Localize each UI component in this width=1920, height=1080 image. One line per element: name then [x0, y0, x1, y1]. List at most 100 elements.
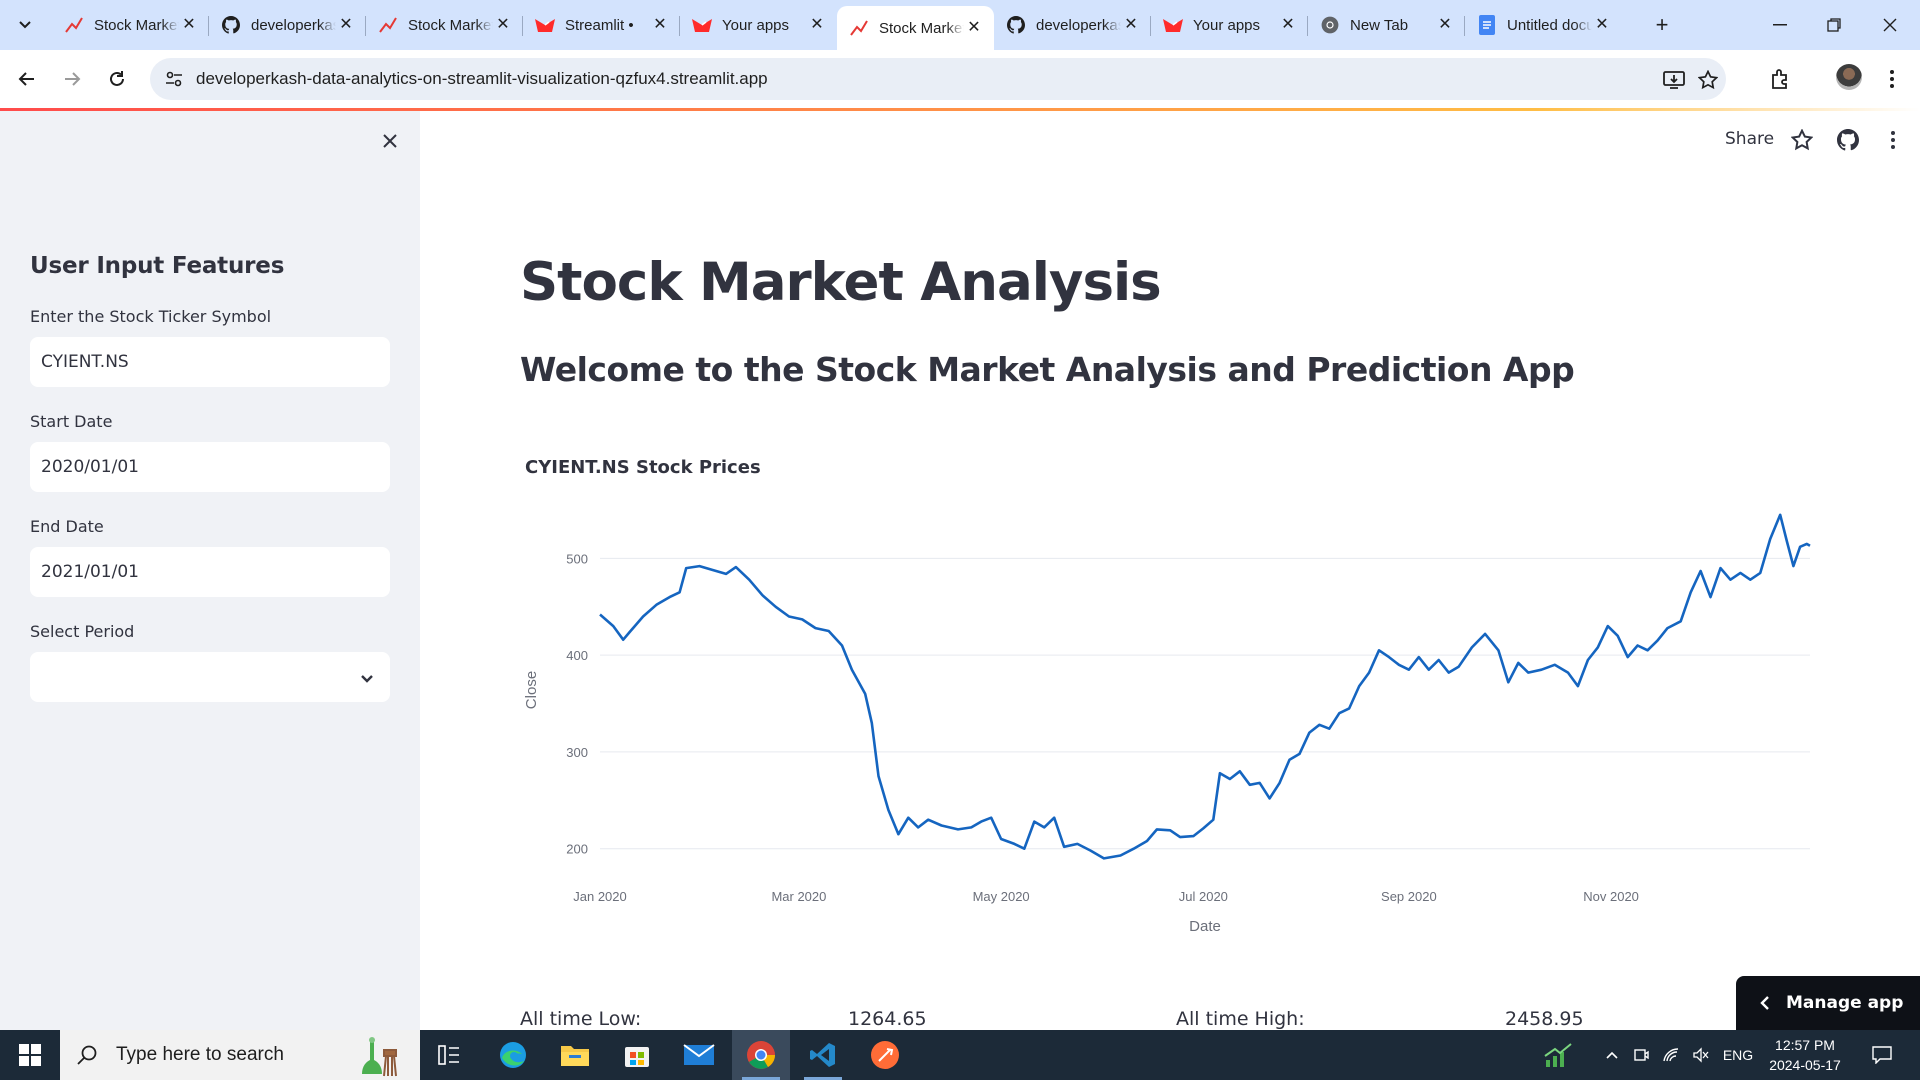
- site-info-icon[interactable]: [164, 69, 184, 89]
- profile-avatar[interactable]: [1836, 64, 1862, 90]
- volume-muted-icon[interactable]: [1688, 1030, 1714, 1080]
- browser-tab[interactable]: New Tab ✕: [1308, 6, 1465, 44]
- github-icon: [1006, 15, 1026, 35]
- x-tick-label: Sep 2020: [1381, 889, 1437, 904]
- data-point: [1202, 827, 1204, 829]
- browser-tab[interactable]: Streamlit • ✕: [523, 6, 680, 44]
- tab-title: Your apps: [1193, 16, 1261, 34]
- task-view-icon[interactable]: [420, 1030, 478, 1080]
- browser-tab[interactable]: developerkash✕: [209, 6, 366, 44]
- postman-icon[interactable]: [856, 1030, 914, 1080]
- end-date-label: End Date: [30, 517, 104, 536]
- data-point: [864, 693, 866, 695]
- browser-tab[interactable]: Your apps ✕: [680, 6, 837, 44]
- data-point: [622, 639, 624, 641]
- url-text[interactable]: developerkash-data-analytics-on-streamli…: [196, 69, 768, 89]
- data-point: [980, 820, 982, 822]
- close-tab-icon[interactable]: ✕: [1278, 15, 1298, 35]
- edge-icon[interactable]: [484, 1030, 542, 1080]
- close-tab-icon[interactable]: ✕: [179, 15, 199, 35]
- data-point: [599, 613, 601, 615]
- browser-tab[interactable]: Stock Market Analysis✕: [52, 6, 209, 44]
- data-point: [1239, 770, 1241, 772]
- data-point: [907, 817, 909, 819]
- close-window-icon[interactable]: [1862, 0, 1918, 50]
- taskbar-search-box[interactable]: Type here to search: [60, 1030, 420, 1080]
- close-price-line[interactable]: [599, 513, 1811, 860]
- share-button[interactable]: Share: [1725, 129, 1774, 149]
- tray-chevron-up-icon[interactable]: [1600, 1030, 1624, 1080]
- browser-tab[interactable]: Untitled document✕: [1465, 6, 1622, 44]
- close-tab-icon[interactable]: ✕: [336, 15, 356, 35]
- new-tab-button[interactable]: +: [1648, 12, 1676, 40]
- close-tab-icon[interactable]: ✕: [807, 15, 827, 35]
- restore-icon[interactable]: [1806, 0, 1862, 50]
- stocks-widget-icon[interactable]: [1538, 1030, 1578, 1080]
- address-bar[interactable]: developerkash-data-analytics-on-streamli…: [150, 58, 1726, 100]
- tab-title: developerkash: [251, 16, 336, 34]
- data-point: [1729, 579, 1731, 581]
- app-header: Share: [420, 111, 1920, 167]
- minimize-icon[interactable]: [1752, 0, 1808, 50]
- bookmark-star-icon[interactable]: [1697, 69, 1719, 91]
- close-tab-icon[interactable]: ✕: [493, 15, 513, 35]
- manage-app-button[interactable]: Manage app: [1736, 976, 1920, 1030]
- data-point: [668, 596, 670, 598]
- browser-tab[interactable]: Stock Market Analysis✕: [837, 6, 994, 50]
- forward-icon[interactable]: [55, 62, 89, 96]
- close-tab-icon[interactable]: ✕: [650, 15, 670, 35]
- browser-tab[interactable]: Your apps ✕: [1151, 6, 1308, 44]
- github-icon[interactable]: [1835, 127, 1861, 153]
- wifi-icon[interactable]: [1658, 1030, 1684, 1080]
- extensions-icon[interactable]: [1767, 65, 1795, 93]
- data-point: [1278, 782, 1280, 784]
- chevron-down-icon: [360, 669, 374, 689]
- data-point: [1169, 829, 1171, 831]
- browser-tab[interactable]: developerkash✕: [994, 6, 1151, 44]
- chrome-icon[interactable]: [732, 1030, 790, 1080]
- data-point: [1063, 846, 1065, 848]
- close-tab-icon[interactable]: ✕: [1121, 15, 1141, 35]
- taskbar-clock[interactable]: 12:57 PM 2024-05-17: [1760, 1035, 1850, 1075]
- high-label: All time High:: [1176, 1008, 1305, 1030]
- close-tab-icon[interactable]: ✕: [964, 18, 984, 38]
- end-date-input[interactable]: 2021/01/01: [30, 547, 390, 597]
- data-point: [1627, 656, 1629, 658]
- notifications-icon[interactable]: [1862, 1030, 1902, 1080]
- vscode-icon[interactable]: [794, 1030, 852, 1080]
- data-point: [655, 604, 657, 606]
- data-point: [1043, 826, 1045, 828]
- browser-menu-icon[interactable]: [1878, 65, 1906, 93]
- close-sidebar-icon[interactable]: [378, 129, 402, 153]
- x-tick-label: Jan 2020: [573, 889, 627, 904]
- data-point: [1023, 848, 1025, 850]
- ticker-input[interactable]: CYIENT.NS: [30, 337, 390, 387]
- chart-title: CYIENT.NS Stock Prices: [525, 457, 761, 478]
- close-tab-icon[interactable]: ✕: [1592, 15, 1612, 35]
- data-point: [1699, 570, 1701, 572]
- install-app-icon[interactable]: [1663, 69, 1685, 91]
- data-point: [678, 591, 680, 593]
- meet-now-icon[interactable]: [1628, 1030, 1654, 1080]
- mail-icon[interactable]: [670, 1030, 728, 1080]
- windows-start-icon[interactable]: [0, 1030, 60, 1080]
- favorite-star-icon[interactable]: [1789, 127, 1815, 153]
- data-point: [1408, 669, 1410, 671]
- tab-search-chevron-icon[interactable]: [8, 10, 42, 40]
- close-tab-icon[interactable]: ✕: [1435, 15, 1455, 35]
- stock-price-chart[interactable]: 200 300 400 500 Jan 2020 Mar 2020 May 2020 Jul …: [500, 500, 1830, 945]
- microsoft-store-icon[interactable]: [608, 1030, 666, 1080]
- language-indicator[interactable]: ENG: [1718, 1030, 1758, 1080]
- tab-title: Streamlit •: [565, 16, 634, 34]
- data-point: [1298, 753, 1300, 755]
- back-icon[interactable]: [10, 62, 44, 96]
- app-menu-icon[interactable]: [1880, 127, 1906, 153]
- reload-icon[interactable]: [100, 62, 134, 96]
- start-date-input[interactable]: 2020/01/01: [30, 442, 390, 492]
- browser-tab[interactable]: Stock Market Analysis✕: [366, 6, 523, 44]
- period-select[interactable]: [30, 652, 390, 702]
- sidebar-heading: User Input Features: [30, 253, 285, 279]
- data-point: [1249, 784, 1251, 786]
- file-explorer-icon[interactable]: [546, 1030, 604, 1080]
- data-point: [1587, 659, 1589, 661]
